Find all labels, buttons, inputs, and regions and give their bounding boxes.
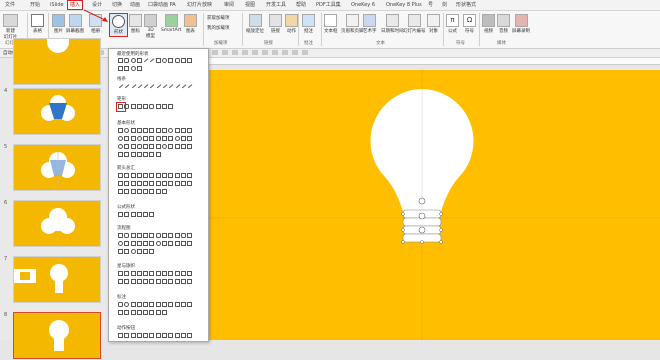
shape-oval[interactable] [130,58,136,63]
shape-star[interactable] [187,58,193,63]
shape-square[interactable] [168,58,174,63]
shape-ring[interactable] [130,66,136,71]
recent-shapes-header: 最近使用的形状 [117,52,149,57]
rectangles-row [118,104,204,111]
shape-callout[interactable] [174,58,180,63]
lines-header: 线条 [117,77,126,82]
shape-brace[interactable] [118,66,123,71]
recent-shapes-row [118,56,204,65]
shape-arrow[interactable] [149,56,155,63]
action-buttons-header: 动作按钮 [117,326,135,331]
flowchart-header: 流程图 [117,226,131,231]
shape-rectangle[interactable] [118,58,123,63]
stars-banners-header: 星与旗帜 [117,264,135,269]
basic-shapes-header: 基本形状 [117,121,135,126]
equation-shapes-header: 公式形状 [117,205,135,210]
shape-text[interactable] [136,58,142,63]
recent-shapes-row-2 [118,66,204,73]
selected-rectangle-highlight [116,102,126,112]
callouts-header: 标注 [117,295,126,300]
arrows-header: 箭头总汇 [117,166,135,171]
annotation-arrows [83,9,121,103]
shape-rounded-rectangle[interactable] [124,58,130,63]
shape-triangle[interactable] [155,58,161,63]
shape-circle[interactable] [162,58,168,63]
shapes-dropdown-menu: 最近使用的形状 线条 矩形 基本形状 箭头总汇 公式形状 流程图 星与旗帜 标注… [108,48,209,342]
shape-pentagon[interactable] [180,58,186,63]
shape-bracket[interactable] [124,66,130,71]
shape-plus[interactable] [136,66,142,71]
lines-row [117,82,204,91]
